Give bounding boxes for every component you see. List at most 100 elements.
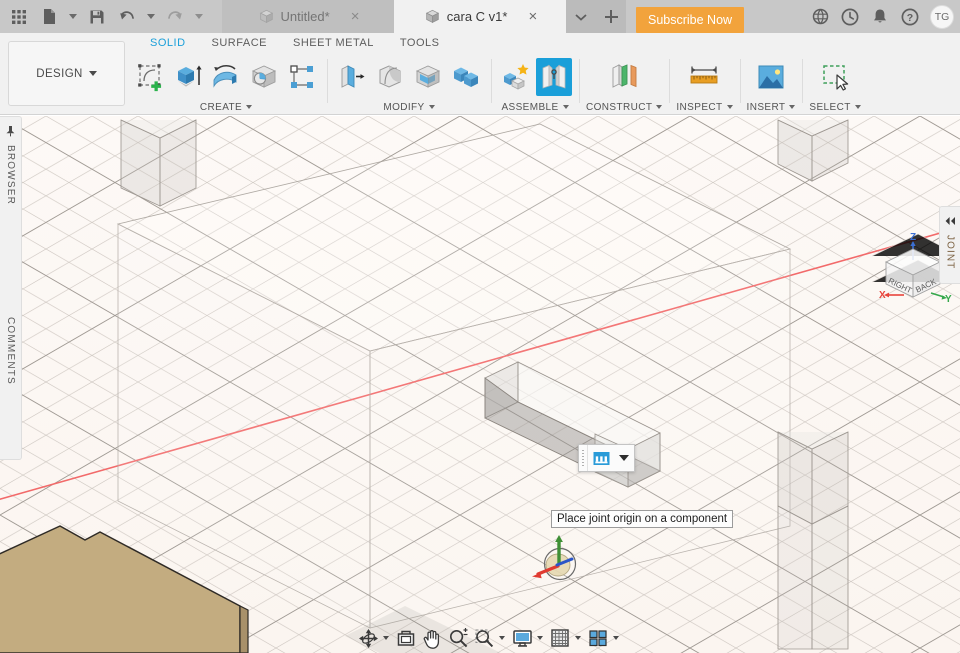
hole-button[interactable]	[246, 58, 282, 96]
save-icon	[90, 10, 104, 23]
close-icon[interactable]: ×	[351, 9, 360, 24]
help-button[interactable]: ?	[896, 2, 924, 32]
globe-icon	[812, 8, 828, 25]
insert-image-button[interactable]	[753, 58, 789, 96]
extrude-button[interactable]	[170, 58, 206, 96]
grid-snaps-button[interactable]	[547, 625, 585, 651]
caret-down-icon	[726, 105, 733, 109]
drag-grip-icon	[582, 450, 584, 466]
redo-dropdown[interactable]	[190, 2, 208, 32]
group-label-text: MODIFY	[383, 101, 425, 113]
workspace-label: DESIGN	[36, 67, 83, 80]
shell-button[interactable]	[410, 58, 446, 96]
construct-group-dropdown[interactable]: CONSTRUCT	[586, 99, 663, 115]
sidebar-item-comments[interactable]: COMMENTS	[5, 317, 16, 385]
fit-view-button[interactable]	[393, 625, 419, 651]
sidebar-item-browser[interactable]: BROWSER	[5, 145, 16, 205]
new-component-icon	[504, 64, 529, 90]
fillet-icon	[379, 65, 401, 88]
chevron-down-icon	[195, 14, 203, 19]
ribbon-tab-label: TOOLS	[399, 37, 440, 49]
title-bar: Untitled* × cara C v1* × Subscribe Now ?…	[0, 0, 960, 33]
double-chevron-left-icon	[945, 217, 955, 225]
ribbon-tab-sheet-metal[interactable]: SHEET METAL	[280, 33, 387, 49]
new-file-dropdown[interactable]	[64, 2, 82, 32]
hole-icon	[251, 65, 277, 88]
chevron-down-icon	[147, 14, 155, 19]
group-label-text: INSPECT	[676, 101, 723, 113]
recent-activity-button[interactable]	[836, 2, 864, 32]
close-icon[interactable]: ×	[528, 9, 537, 24]
redo-button[interactable]	[160, 2, 190, 32]
save-button[interactable]	[82, 2, 112, 32]
revolve-button[interactable]	[208, 58, 244, 96]
caret-down-icon	[575, 636, 581, 640]
document-tab-cara-c[interactable]: cara C v1* ×	[394, 0, 566, 33]
document-tab-untitled[interactable]: Untitled* ×	[222, 0, 394, 33]
ribbon: DESIGN SOLID SURFACE SHEET METAL TOOLS C…	[0, 33, 960, 115]
zoom-window-button[interactable]	[471, 625, 509, 651]
insert-group-dropdown[interactable]: INSERT	[747, 99, 796, 115]
new-file-button[interactable]	[34, 2, 64, 32]
cube-icon	[259, 9, 273, 24]
viewports-button[interactable]	[585, 625, 623, 651]
shell-icon	[415, 65, 441, 88]
pin-button[interactable]	[5, 124, 16, 142]
subscribe-now-button[interactable]: Subscribe Now	[636, 7, 745, 33]
joint-snap-dropdown[interactable]	[614, 445, 634, 471]
pan-tool-button[interactable]	[419, 625, 445, 651]
combine-button[interactable]	[448, 58, 484, 96]
mini-toolbar-grip[interactable]	[579, 445, 588, 471]
ribbon-tab-surface[interactable]: SURFACE	[199, 33, 280, 49]
joint-snap-button[interactable]	[588, 445, 614, 471]
display-settings-button[interactable]	[509, 625, 547, 651]
fit-icon	[394, 626, 418, 650]
inspect-group-dropdown[interactable]: INSPECT	[676, 99, 733, 115]
joint-mini-toolbar[interactable]	[578, 444, 635, 472]
select-button[interactable]	[817, 58, 853, 96]
new-tab-button[interactable]	[596, 0, 626, 33]
caret-down-icon	[656, 105, 663, 109]
create-group-dropdown[interactable]: CREATE	[132, 99, 320, 115]
joint-snap-icon	[593, 451, 609, 465]
create-sketch-icon	[138, 64, 162, 92]
measure-button[interactable]	[686, 58, 722, 96]
joint-button[interactable]	[536, 58, 572, 96]
caret-down-icon	[562, 105, 569, 109]
notifications-button[interactable]	[866, 2, 894, 32]
select-group-dropdown[interactable]: SELECT	[809, 99, 861, 115]
user-avatar[interactable]: TG	[930, 4, 954, 29]
tab-list-dropdown[interactable]	[566, 0, 596, 33]
offset-plane-button[interactable]	[606, 58, 642, 96]
tab-label: cara C v1*	[446, 9, 508, 24]
collapse-panel-button[interactable]	[944, 213, 957, 231]
clock-icon	[841, 8, 859, 25]
ribbon-content: SOLID SURFACE SHEET METAL TOOLS CREATE M…	[125, 33, 960, 114]
create-sketch-button[interactable]	[132, 58, 168, 96]
axis-z-label: Z	[910, 232, 916, 243]
orbit-tool-button[interactable]	[355, 625, 393, 651]
ribbon-tab-solid[interactable]: SOLID	[137, 33, 199, 49]
right-panel-tabs: JOINT	[939, 206, 960, 284]
panel-tab-joint[interactable]: JOINT	[945, 235, 956, 269]
axis-y-label: Y	[945, 294, 952, 305]
fillet-button[interactable]	[372, 58, 408, 96]
globe-button[interactable]	[806, 2, 834, 32]
assemble-group-dropdown[interactable]: ASSEMBLE	[498, 99, 572, 115]
rectangular-pattern-button[interactable]	[284, 58, 320, 96]
undo-button[interactable]	[112, 2, 142, 32]
new-file-icon	[43, 9, 55, 24]
zoom-tool-button[interactable]	[445, 625, 471, 651]
chevron-down-icon	[575, 13, 587, 21]
undo-dropdown[interactable]	[142, 2, 160, 32]
hand-icon	[420, 626, 444, 650]
modify-group-dropdown[interactable]: MODIFY	[334, 99, 484, 115]
caret-down-icon	[613, 636, 619, 640]
workspace-switcher[interactable]: DESIGN	[8, 41, 125, 106]
viewport-canvas[interactable]: X Y Z RIGHT BACK	[0, 116, 960, 653]
press-pull-button[interactable]	[334, 58, 370, 96]
new-component-button[interactable]	[498, 58, 534, 96]
ribbon-tab-tools[interactable]: TOOLS	[387, 33, 453, 49]
apps-grid-button[interactable]	[4, 2, 34, 32]
group-label-text: INSERT	[746, 101, 786, 113]
